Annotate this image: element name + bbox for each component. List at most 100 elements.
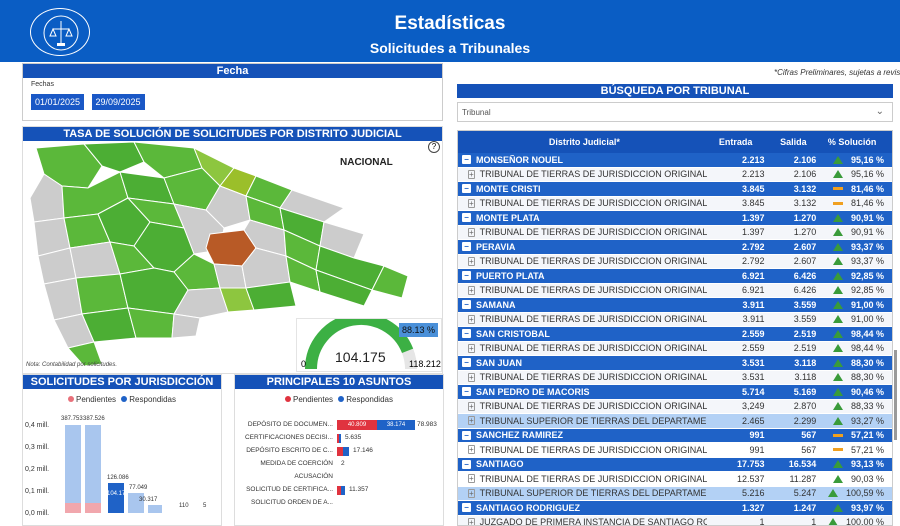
expand-icon[interactable]: + <box>468 256 475 266</box>
expand-icon[interactable]: + <box>468 517 475 525</box>
cell-entrada: 3.845 <box>742 183 765 194</box>
table-scrollbar[interactable] <box>894 350 897 440</box>
jurisdiccion-bar[interactable] <box>65 425 81 513</box>
table-row[interactable]: + TRIBUNAL DE TIERRAS DE JURISDICCION ORI… <box>458 472 892 487</box>
col-header-solucion[interactable]: % Solución <box>820 137 892 147</box>
asunto-row[interactable]: SOLICITUD ORDEN DE A... <box>235 497 445 510</box>
asunto-label: MEDIDA DE COERCIÓN <box>260 460 333 467</box>
map-province[interactable] <box>171 313 201 339</box>
jurisdiccion-bar[interactable] <box>108 483 124 513</box>
cell-distrito: + TRIBUNAL DE TIERRAS DE JURISDICCION ORI… <box>458 474 707 484</box>
col-header-distrito[interactable]: Distrito Judicial* <box>458 137 707 147</box>
asunto-bar-responded[interactable] <box>341 486 345 495</box>
table-group-row[interactable]: − MONTE CRISTI 3.845 3.132 81,46 % <box>458 182 892 197</box>
cell-distrito: − PERAVIA <box>458 242 707 252</box>
table-group-row[interactable]: − SANCHEZ RAMIREZ 991 567 57,21 % <box>458 428 892 443</box>
col-header-salida[interactable]: Salida <box>771 137 821 147</box>
table-group-row[interactable]: − SAMANA 3.911 3.559 91,00 % <box>458 298 892 313</box>
table-row[interactable]: + TRIBUNAL DE TIERRAS DE JURISDICCION ORI… <box>458 283 892 298</box>
collapse-icon[interactable]: − <box>462 358 471 368</box>
asuntos-legend: Pendientes Respondidas <box>235 395 443 404</box>
cell-distrito-text: TRIBUNAL DE TIERRAS DE JURISDICCION ORIG… <box>479 285 707 296</box>
cell-distrito-text: SAN JUAN <box>476 357 523 368</box>
table-row[interactable]: + TRIBUNAL DE TIERRAS DE JURISDICCION ORI… <box>458 167 892 182</box>
asunto-bar-pending[interactable]: 40.809 <box>337 420 377 430</box>
table-group-row[interactable]: − MONTE PLATA 1.397 1.270 90,91 % <box>458 211 892 226</box>
collapse-icon[interactable]: − <box>462 155 471 165</box>
asunto-row[interactable]: DEPÓSITO ESCRITO DE C... 17.146 <box>235 445 445 458</box>
expand-icon[interactable]: + <box>468 198 475 208</box>
table-group-row[interactable]: − SAN CRISTOBAL 2.559 2.519 98,44 % <box>458 327 892 342</box>
end-date-input[interactable]: 29/09/2025 <box>91 94 145 110</box>
table-row[interactable]: + JUZGADO DE PRIMERA INSTANCIA DE SANTIAG… <box>458 515 892 525</box>
jurisdiccion-bar[interactable] <box>148 505 162 513</box>
table-row[interactable]: + TRIBUNAL DE TIERRAS DE JURISDICCION ORI… <box>458 370 892 385</box>
table-row[interactable]: + TRIBUNAL DE TIERRAS DE JURISDICCION ORI… <box>458 196 892 211</box>
table-group-row[interactable]: − SANTIAGO RODRIGUEZ 1.327 1.247 93,97 % <box>458 501 892 516</box>
cell-salida: 567 <box>801 444 817 455</box>
table-row[interactable]: + TRIBUNAL DE TIERRAS DE JURISDICCION ORI… <box>458 341 892 356</box>
up-triangle-icon <box>832 155 843 164</box>
asunto-row[interactable]: ACUSACIÓN <box>235 471 445 484</box>
table-row[interactable]: + TRIBUNAL SUPERIOR DE TIERRAS DEL DEPART… <box>458 486 892 501</box>
collapse-icon[interactable]: − <box>462 503 471 513</box>
table-group-row[interactable]: − SAN JUAN 3.531 3.118 88,30 % <box>458 356 892 371</box>
expand-icon[interactable]: + <box>468 285 475 295</box>
expand-icon[interactable]: + <box>468 445 475 455</box>
cell-salida: 16.534 <box>788 459 817 470</box>
tribunal-table: Distrito Judicial* Entrada Salida % Solu… <box>457 130 893 526</box>
expand-icon[interactable]: + <box>468 227 475 237</box>
table-group-row[interactable]: − MONSEÑOR NOUEL 2.213 2.106 95,16 % <box>458 153 892 168</box>
collapse-icon[interactable]: − <box>462 242 471 252</box>
map-province[interactable] <box>75 273 129 315</box>
table-row[interactable]: + TRIBUNAL DE TIERRAS DE JURISDICCION ORI… <box>458 443 892 458</box>
asunto-row[interactable]: SOLICITUD DE CERTIFICA... 11.357 <box>235 484 445 497</box>
tribunal-dropdown[interactable]: Tribunal ⌄ <box>457 102 893 122</box>
table-row[interactable]: + TRIBUNAL SUPERIOR DE TIERRAS DEL DEPART… <box>458 414 892 429</box>
expand-icon[interactable]: + <box>468 488 475 498</box>
table-group-row[interactable]: − SAN PEDRO DE MACORIS 5.714 5.169 90,46 % <box>458 385 892 400</box>
cell-distrito-text: SANTIAGO <box>476 459 524 470</box>
collapse-icon[interactable]: − <box>462 430 471 440</box>
jurisdiccion-bar[interactable] <box>85 425 101 513</box>
asunto-total: 17.146 <box>353 447 373 454</box>
collapse-icon[interactable]: − <box>462 329 471 339</box>
expand-icon[interactable]: + <box>468 372 475 382</box>
collapse-icon[interactable]: − <box>462 387 471 397</box>
col-header-entrada[interactable]: Entrada <box>707 137 771 147</box>
jurisdiccion-bar-pending[interactable] <box>65 503 81 513</box>
collapse-icon[interactable]: − <box>462 271 471 281</box>
legend-dot-respondidas <box>338 396 345 402</box>
asunto-bar-responded[interactable] <box>339 434 341 443</box>
asunto-row[interactable]: MEDIDA DE COERCIÓN 2 <box>235 458 445 471</box>
jurisdiccion-panel: SOLICITUDES POR JURISDICCIÓN Pendientes … <box>22 374 222 526</box>
collapse-icon[interactable]: − <box>462 184 471 194</box>
asunto-bar-responded[interactable]: 38.174 <box>377 420 415 430</box>
jurisdiccion-bar[interactable] <box>128 493 144 513</box>
expand-icon[interactable]: + <box>468 416 475 426</box>
start-date-input[interactable]: 01/01/2025 <box>31 94 85 110</box>
collapse-icon[interactable]: − <box>462 300 471 310</box>
expand-icon[interactable]: + <box>468 169 475 179</box>
table-group-row[interactable]: − PUERTO PLATA 6.921 6.426 92,85 % <box>458 269 892 284</box>
table-row[interactable]: + TRIBUNAL DE TIERRAS DE JURISDICCION ORI… <box>458 312 892 327</box>
table-group-row[interactable]: − SANTIAGO 17.753 16.534 93,13 % <box>458 457 892 472</box>
collapse-icon[interactable]: − <box>462 459 471 469</box>
collapse-icon[interactable]: − <box>462 213 471 223</box>
expand-icon[interactable]: + <box>468 343 475 353</box>
cell-solucion-text: 95,16 % <box>850 154 884 165</box>
up-triangle-icon <box>832 213 843 222</box>
asunto-bar-responded[interactable] <box>343 447 349 456</box>
table-row[interactable]: + TRIBUNAL DE TIERRAS DE JURISDICCION ORI… <box>458 254 892 269</box>
expand-icon[interactable]: + <box>468 314 475 324</box>
expand-icon[interactable]: + <box>468 401 475 411</box>
table-group-row[interactable]: − PERAVIA 2.792 2.607 93,37 % <box>458 240 892 255</box>
table-row[interactable]: + TRIBUNAL DE TIERRAS DE JURISDICCION ORI… <box>458 399 892 414</box>
asunto-row[interactable]: CERTIFICACIONES DECISI... 5.635 <box>235 432 445 445</box>
expand-icon[interactable]: + <box>468 474 475 484</box>
jurisdiccion-bar-pending[interactable] <box>85 503 101 513</box>
table-row[interactable]: + TRIBUNAL DE TIERRAS DE JURISDICCION ORI… <box>458 225 892 240</box>
map-province[interactable] <box>43 277 83 321</box>
asunto-row[interactable]: DEPÓSITO DE DOCUMEN... 40.809 38.174 78.983 <box>235 419 445 432</box>
map-province[interactable] <box>213 263 247 289</box>
